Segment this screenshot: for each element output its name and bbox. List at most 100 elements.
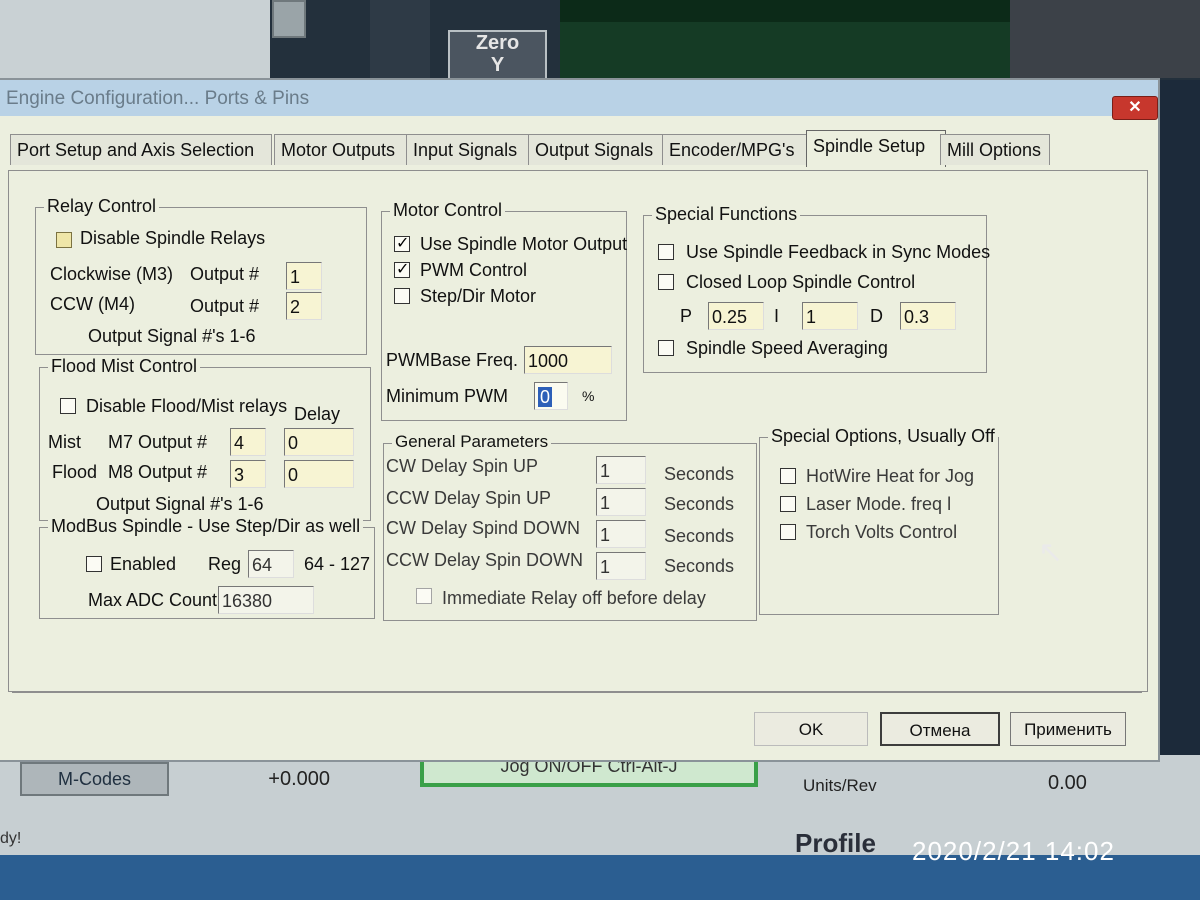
immediate-relay-checkbox[interactable] bbox=[416, 588, 432, 604]
mist-output-label: M7 Output # bbox=[108, 432, 208, 452]
app-scroll-button[interactable] bbox=[272, 0, 306, 38]
spindle-feedback-checkbox[interactable] bbox=[658, 244, 674, 260]
special-functions-title: Special Functions bbox=[652, 204, 801, 225]
cancel-button[interactable]: Отмена bbox=[880, 712, 1000, 746]
ccw-label: CCW (M4) bbox=[50, 294, 135, 314]
tab-bar: Port Setup and Axis Selection Motor Outp… bbox=[10, 130, 1150, 172]
ccw-spin-down-input[interactable]: 1 bbox=[596, 552, 646, 580]
ccw-spin-up-unit: Seconds bbox=[664, 494, 735, 514]
zero-y-button[interactable]: Zero Y bbox=[448, 30, 547, 82]
m-codes-button[interactable]: M-Codes bbox=[20, 762, 169, 796]
immediate-relay-label: Immediate Relay off before delay bbox=[442, 588, 706, 608]
mist-output-input[interactable]: 4 bbox=[230, 428, 266, 456]
tab-output-signals[interactable]: Output Signals bbox=[528, 134, 666, 165]
profile-label: Profile bbox=[795, 828, 876, 858]
apply-button[interactable]: Применить bbox=[1010, 712, 1126, 746]
modbus-enabled-checkbox[interactable] bbox=[86, 556, 102, 572]
disable-spindle-relays-label: Disable Spindle Relays bbox=[80, 228, 266, 248]
cw-spin-up-input[interactable]: 1 bbox=[596, 456, 646, 484]
minimum-pwm-input[interactable]: 0 bbox=[534, 382, 568, 410]
modbus-reg-input[interactable]: 64 bbox=[248, 550, 294, 578]
p-label: P bbox=[680, 306, 693, 326]
torch-volts-checkbox[interactable] bbox=[780, 524, 796, 540]
disable-spindle-relays-checkbox[interactable] bbox=[56, 232, 72, 248]
tab-port-setup[interactable]: Port Setup and Axis Selection bbox=[10, 134, 272, 165]
relay-output-note: Output Signal #'s 1-6 bbox=[88, 326, 256, 346]
closed-loop-label: Closed Loop Spindle Control bbox=[686, 272, 916, 292]
max-adc-label: Max ADC Count bbox=[88, 590, 218, 610]
app-right-panel bbox=[1010, 0, 1200, 78]
use-spindle-motor-checkbox[interactable] bbox=[394, 233, 410, 253]
pwm-base-freq-input[interactable]: 1000 bbox=[524, 346, 612, 374]
p-input[interactable]: 0.25 bbox=[708, 302, 764, 330]
closed-loop-checkbox[interactable] bbox=[658, 274, 674, 290]
dro-display-top bbox=[560, 0, 1010, 22]
modbus-reg-label: Reg bbox=[208, 554, 242, 574]
minimum-pwm-value: 0 bbox=[538, 387, 553, 407]
torch-volts-label: Torch Volts Control bbox=[806, 522, 958, 542]
flood-output-input[interactable]: 3 bbox=[230, 460, 266, 488]
special-options-title: Special Options, Usually Off bbox=[768, 426, 998, 447]
dialog-separator bbox=[12, 692, 1142, 693]
tab-spindle-setup[interactable]: Spindle Setup bbox=[806, 130, 946, 167]
tab-input-signals[interactable]: Input Signals bbox=[406, 134, 532, 165]
units-rev-value: 0.00 bbox=[1048, 772, 1087, 794]
flood-delay-input[interactable]: 0 bbox=[284, 460, 354, 488]
motor-control-group: Motor Control Use Spindle Motor Output P… bbox=[381, 200, 628, 421]
cw-spin-up-label: CW Delay Spin UP bbox=[386, 456, 539, 476]
laser-mode-checkbox[interactable] bbox=[780, 496, 796, 512]
i-label: I bbox=[774, 306, 780, 326]
modbus-spindle-group: ModBus Spindle - Use Step/Dir as well En… bbox=[39, 516, 375, 619]
spindle-setup-panel: Relay Control Disable Spindle Relays Clo… bbox=[8, 170, 1148, 692]
tab-mill-options[interactable]: Mill Options bbox=[940, 134, 1050, 165]
mist-delay-input[interactable]: 0 bbox=[284, 428, 354, 456]
pwm-control-label: PWM Control bbox=[420, 260, 528, 280]
max-adc-input[interactable]: 16380 bbox=[218, 586, 314, 614]
speed-averaging-checkbox[interactable] bbox=[658, 340, 674, 356]
cw-spin-down-input[interactable]: 1 bbox=[596, 520, 646, 548]
cw-output-input[interactable]: 1 bbox=[286, 262, 322, 290]
d-label: D bbox=[870, 306, 883, 326]
mouse-pointer-icon: ↖ bbox=[1038, 536, 1064, 569]
d-input[interactable]: 0.3 bbox=[900, 302, 956, 330]
step-dir-motor-label: Step/Dir Motor bbox=[420, 286, 537, 306]
cw-spin-down-label: CW Delay Spind DOWN bbox=[386, 518, 581, 538]
step-dir-motor-checkbox[interactable] bbox=[394, 288, 410, 304]
app-axis-label-area bbox=[370, 0, 430, 78]
spindle-feedback-label: Use Spindle Feedback in Sync Modes bbox=[686, 242, 991, 262]
ccw-spin-down-label: CCW Delay Spin DOWN bbox=[386, 550, 584, 570]
photo-timestamp: 2020/2/21 14:02 bbox=[912, 836, 1115, 866]
use-spindle-motor-label: Use Spindle Motor Output bbox=[420, 234, 628, 254]
modbus-title: ModBus Spindle - Use Step/Dir as well bbox=[48, 516, 364, 537]
minimum-pwm-label: Minimum PWM bbox=[386, 386, 508, 406]
special-functions-group: Special Functions Use Spindle Feedback i… bbox=[643, 204, 991, 373]
cw-output-label: Output # bbox=[190, 264, 260, 284]
feed-value: +0.000 bbox=[268, 768, 330, 790]
modbus-reg-range: 64 - 127 bbox=[304, 554, 371, 574]
disable-flood-mist-label: Disable Flood/Mist relays bbox=[86, 396, 288, 416]
status-text: dy! bbox=[0, 830, 22, 847]
ccw-spin-up-input[interactable]: 1 bbox=[596, 488, 646, 516]
modbus-enabled-label: Enabled bbox=[110, 554, 177, 574]
flood-output-note: Output Signal #'s 1-6 bbox=[96, 494, 264, 514]
motor-control-title: Motor Control bbox=[390, 200, 506, 221]
close-button[interactable]: ✕ bbox=[1112, 96, 1158, 120]
units-rev-label: Units/Rev bbox=[803, 776, 877, 795]
special-options-group: Special Options, Usually Off HotWire Hea… bbox=[759, 426, 999, 615]
engine-config-dialog: Engine Configuration... Ports & Pins ✕ P… bbox=[0, 78, 1160, 762]
clockwise-label: Clockwise (M3) bbox=[50, 264, 174, 284]
ccw-spin-down-unit: Seconds bbox=[664, 556, 735, 576]
ccw-output-input[interactable]: 2 bbox=[286, 292, 322, 320]
hotwire-label: HotWire Heat for Jog bbox=[806, 466, 975, 486]
cw-spin-down-unit: Seconds bbox=[664, 526, 735, 546]
i-input[interactable]: 1 bbox=[802, 302, 858, 330]
disable-flood-mist-checkbox[interactable] bbox=[60, 398, 76, 414]
hotwire-checkbox[interactable] bbox=[780, 468, 796, 484]
speed-averaging-label: Spindle Speed Averaging bbox=[686, 338, 888, 358]
pwm-control-checkbox[interactable] bbox=[394, 259, 410, 279]
tab-encoder-mpg[interactable]: Encoder/MPG's bbox=[662, 134, 812, 165]
ok-button[interactable]: OK bbox=[754, 712, 868, 746]
dialog-titlebar[interactable]: Engine Configuration... Ports & Pins ✕ bbox=[0, 80, 1158, 120]
cw-spin-up-unit: Seconds bbox=[664, 464, 735, 484]
tab-motor-outputs[interactable]: Motor Outputs bbox=[274, 134, 408, 165]
